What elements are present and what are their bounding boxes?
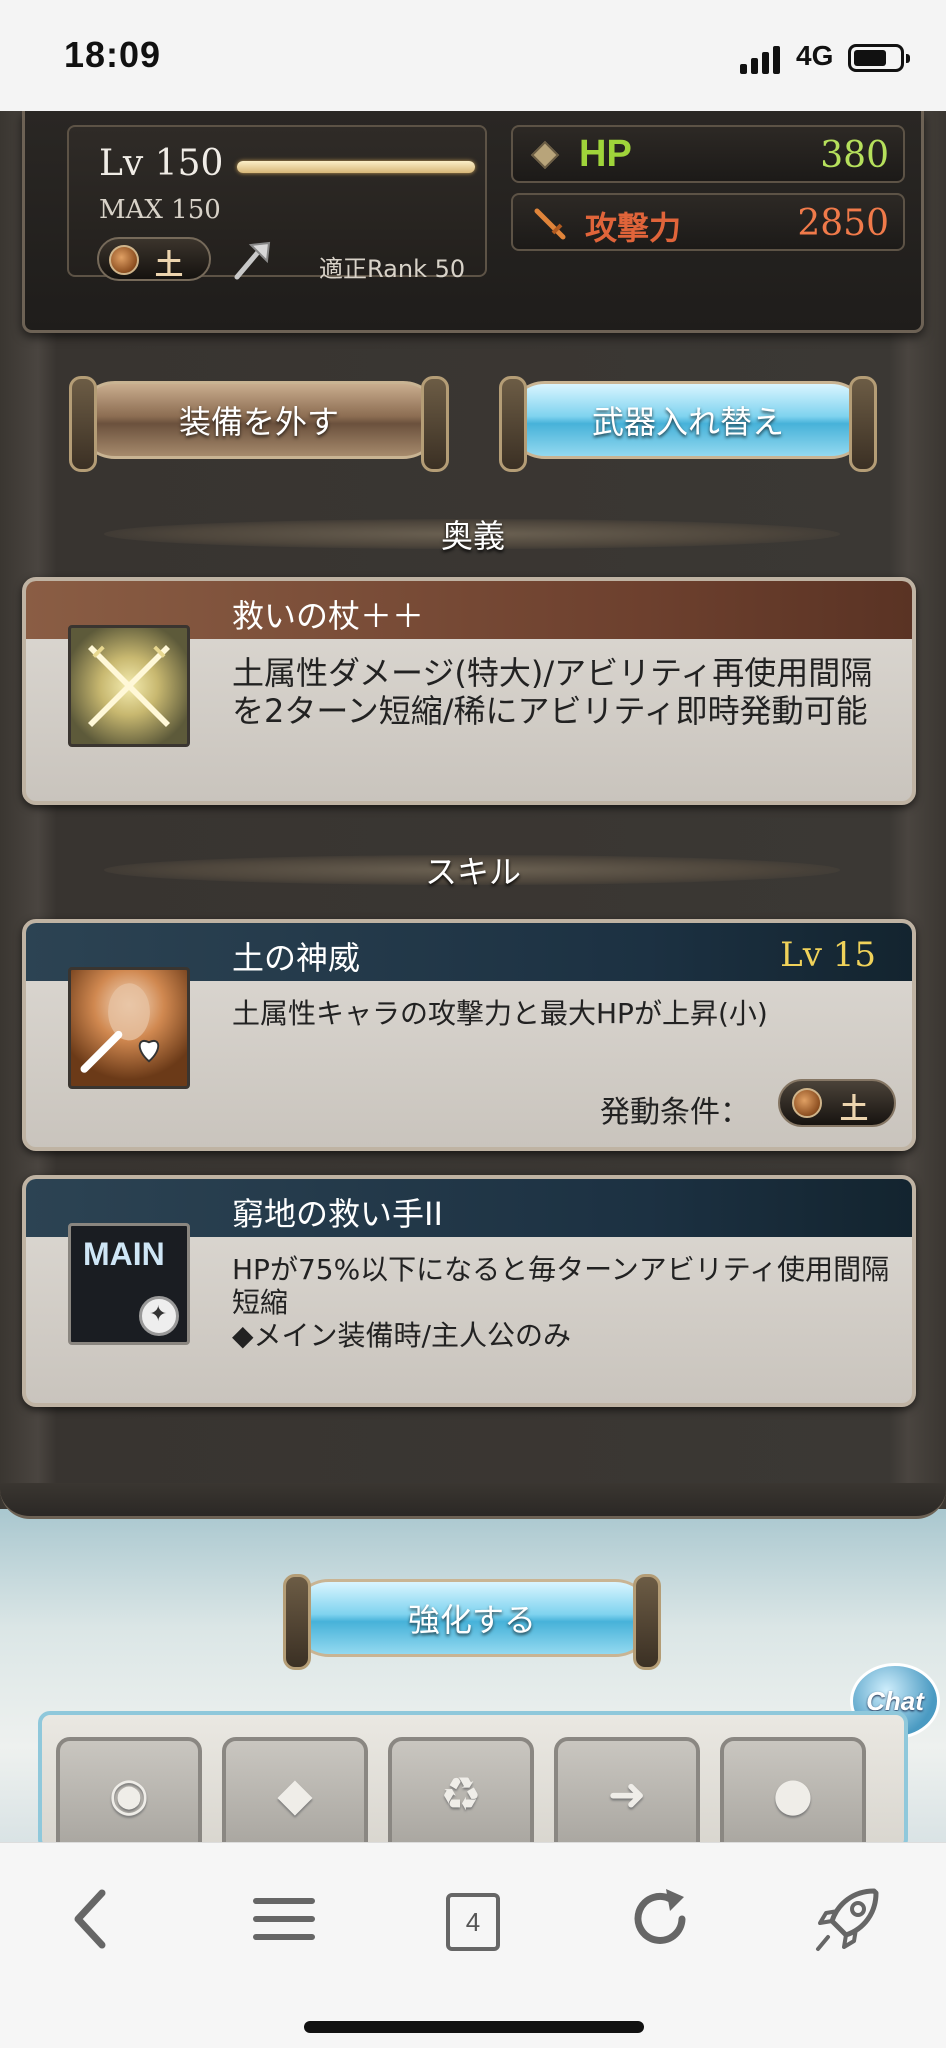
skill-2-description: HPが75%以下になると毎ターンアビリティ使用間隔短縮 ◆メイン装備時/主人公の…	[232, 1253, 892, 1352]
attack-sword-icon	[534, 208, 566, 240]
exp-bar	[237, 161, 475, 173]
skill-card-1[interactable]: 土の神威 Lv 15 土属性キャラの攻撃力と最大HPが上昇(小) 発動条件： 土	[22, 919, 916, 1151]
skill-2-name: 窮地の救い手II	[232, 1195, 443, 1233]
skill-1-description: 土属性キャラの攻撃力と最大HPが上昇(小)	[232, 997, 768, 1030]
earth-element-icon	[109, 245, 139, 275]
hamburger-menu-icon[interactable]	[244, 1879, 324, 1959]
battery-icon	[848, 44, 910, 72]
plus-one-icon: ●	[772, 1767, 814, 1821]
hp-label: HP	[579, 133, 632, 175]
ougi-card: 救いの杖＋＋ 土属性ダメージ(特大)/アビリティ再使用間隔を2ターン短縮/稀にア…	[22, 577, 916, 805]
skill-2-description-line-2: ◆メイン装備時/主人公のみ	[232, 1319, 571, 1353]
action-panel: ◉ ◆ ♻ ➜ ●	[38, 1711, 908, 1842]
reload-icon[interactable]	[620, 1879, 700, 1959]
skill-1-condition-label: 発動条件：	[600, 1095, 750, 1130]
ougi-description: 土属性ダメージ(特大)/アビリティ再使用間隔を2ターン短縮/稀にアビリティ即時発…	[232, 654, 873, 730]
level-box: Lv 150 MAX 150 土 適正Rank 50	[67, 125, 487, 283]
browser-toolbar: 4	[0, 1842, 946, 2048]
skill-1-name: 土の神威	[232, 939, 361, 977]
earth-element-icon	[792, 1088, 822, 1118]
enhance-button[interactable]: 強化する	[283, 1574, 661, 1670]
element-label: 土	[155, 248, 184, 281]
storage-icon: ➜	[607, 1767, 647, 1821]
action-button-4[interactable]: ➜	[554, 1737, 700, 1842]
ougi-section-title: 奥義	[440, 517, 505, 555]
ougi-name: 救いの杖＋＋	[232, 597, 425, 635]
hp-value: 380	[820, 135, 889, 176]
skill-2-description-line-1: HPが75%以下になると毎ターンアビリティ使用間隔短縮	[232, 1253, 890, 1320]
main-skill-icon: MAIN	[68, 1223, 190, 1345]
hp-stat: HP 380	[511, 125, 905, 183]
crossed-swords-icon	[68, 625, 190, 747]
skill-1-level: Lv 15	[780, 935, 876, 975]
network-type: 4G	[796, 40, 834, 71]
attack-value: 2850	[797, 203, 889, 244]
level-label: Lv 150	[99, 143, 224, 184]
game-area: Lv 150 MAX 150 土 適正Rank 50 HP 380 攻撃力 28…	[0, 111, 946, 1842]
main-icon-text: MAIN	[83, 1236, 165, 1272]
rank-label: 適正Rank 50	[319, 255, 466, 283]
staff-type-icon	[234, 241, 271, 280]
home-indicator	[304, 2021, 644, 2033]
signal-strength-icon	[740, 44, 786, 74]
attack-label: 攻撃力	[585, 209, 682, 247]
emblem-icon: ◉	[108, 1767, 150, 1821]
action-button-5[interactable]: ●	[720, 1737, 866, 1842]
weapon-stats-panel: Lv 150 MAX 150 土 適正Rank 50 HP 380 攻撃力 28…	[22, 111, 924, 333]
skill-1-condition-badge: 土	[778, 1079, 896, 1127]
unequip-button[interactable]: 装備を外す	[69, 376, 449, 472]
skill-card-2[interactable]: 窮地の救い手II MAIN HPが75%以下になると毎ターンアビリティ使用間隔短…	[22, 1175, 916, 1407]
condition-element-label: 土	[840, 1092, 869, 1125]
swap-weapon-button[interactable]: 武器入れ替え	[499, 376, 877, 472]
chevron-left-icon[interactable]	[54, 1879, 134, 1959]
action-button-1[interactable]: ◉	[56, 1737, 202, 1842]
status-time: 18:09	[64, 34, 162, 75]
status-bar: 18:09 4G	[0, 0, 946, 111]
recycle-icon: ♻	[440, 1767, 482, 1821]
attack-stat: 攻撃力 2850	[511, 193, 905, 251]
earth-might-skill-icon	[68, 967, 190, 1089]
panel-bottom-frame	[0, 1483, 946, 1519]
action-button-2[interactable]: ◆	[222, 1737, 368, 1842]
max-level-label: MAX 150	[99, 195, 221, 225]
element-badge: 土	[97, 237, 211, 281]
crystal-icon: ◆	[277, 1767, 313, 1821]
compass-icon	[139, 1296, 179, 1336]
hp-diamond-icon	[530, 140, 560, 170]
skill-section-title: スキル	[424, 853, 521, 891]
rocket-icon[interactable]	[808, 1879, 888, 1959]
action-button-3[interactable]: ♻	[388, 1737, 534, 1842]
tab-count-icon[interactable]: 4	[446, 1893, 500, 1951]
